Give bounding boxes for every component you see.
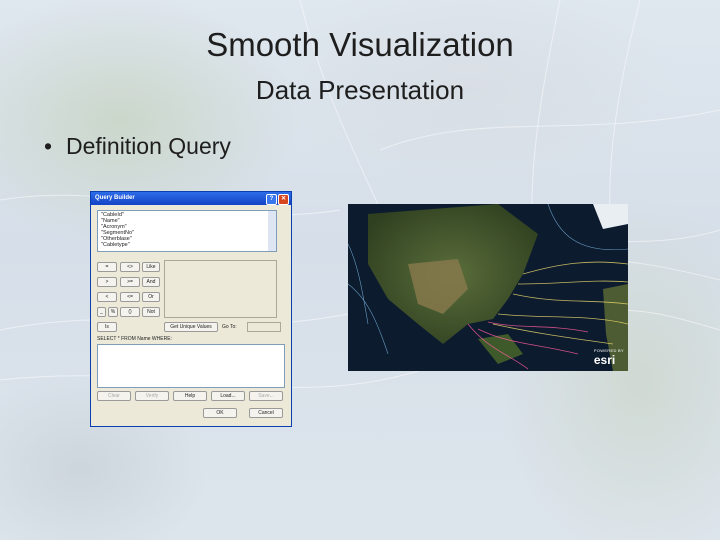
unique-values-list[interactable] — [164, 260, 277, 318]
fields-scrollbar[interactable] — [268, 211, 276, 251]
operator-less-button[interactable]: < — [97, 292, 117, 302]
operator-parens-button[interactable]: () — [120, 307, 140, 317]
slide-subtitle: Data Presentation — [0, 75, 720, 106]
load-button[interactable]: Load... — [211, 391, 245, 401]
query-builder-dialog: Query Builder ? ✕ "CableId" "Name" "Acro… — [90, 191, 292, 427]
dialog-title: Query Builder — [95, 195, 135, 201]
map-graphic — [348, 204, 628, 371]
operator-greater-button[interactable]: > — [97, 277, 117, 287]
satellite-map-image: POWERED BY esri — [348, 204, 628, 371]
verify-button[interactable]: Verify — [135, 391, 169, 401]
operator-or-button[interactable]: Or — [142, 292, 160, 302]
operator-underscore-button[interactable]: _ — [97, 307, 106, 317]
ok-button[interactable]: OK — [203, 408, 237, 418]
operator-notequal-button[interactable]: <> — [120, 262, 140, 272]
expression-textarea[interactable] — [97, 344, 285, 388]
operator-like-button[interactable]: Like — [142, 262, 160, 272]
subtitle-text: Data Presentation — [255, 75, 465, 105]
help-button[interactable]: Help — [173, 391, 207, 401]
esri-wordmark: esri — [593, 353, 616, 367]
field-item[interactable]: "Cabletype" — [101, 242, 273, 248]
save-button[interactable]: Save... — [249, 391, 283, 401]
slide-title: Smooth Visualization — [206, 26, 514, 63]
goto-label: Go To: — [222, 324, 237, 330]
bullet-dot-icon: • — [44, 133, 53, 159]
bullet-item: • Definition Query — [44, 133, 231, 160]
get-unique-values-button[interactable]: Get Unique Values — [164, 322, 218, 332]
esri-logo: POWERED BY esri — [594, 348, 624, 367]
help-icon[interactable]: ? — [266, 194, 277, 205]
operator-and-button[interactable]: And — [142, 277, 160, 287]
operator-equals-button[interactable]: = — [97, 262, 117, 272]
dialog-titlebar: Query Builder ? ✕ — [91, 192, 291, 205]
fields-list[interactable]: "CableId" "Name" "Acronym" "SegmentNo" "… — [97, 210, 277, 252]
cancel-button[interactable]: Cancel — [249, 408, 283, 418]
sql-label: SELECT * FROM Name WHERE: — [97, 336, 172, 342]
operator-less-equal-button[interactable]: <= — [120, 292, 140, 302]
bullet-text: Definition Query — [66, 133, 231, 159]
operator-greater-equal-button[interactable]: >= — [120, 277, 140, 287]
operator-is-button[interactable]: Is — [97, 322, 117, 332]
close-icon[interactable]: ✕ — [278, 194, 289, 205]
operator-percent-button[interactable]: % — [108, 307, 118, 317]
operator-not-button[interactable]: Not — [142, 307, 160, 317]
goto-input[interactable] — [247, 322, 281, 332]
clear-button[interactable]: Clear — [97, 391, 131, 401]
